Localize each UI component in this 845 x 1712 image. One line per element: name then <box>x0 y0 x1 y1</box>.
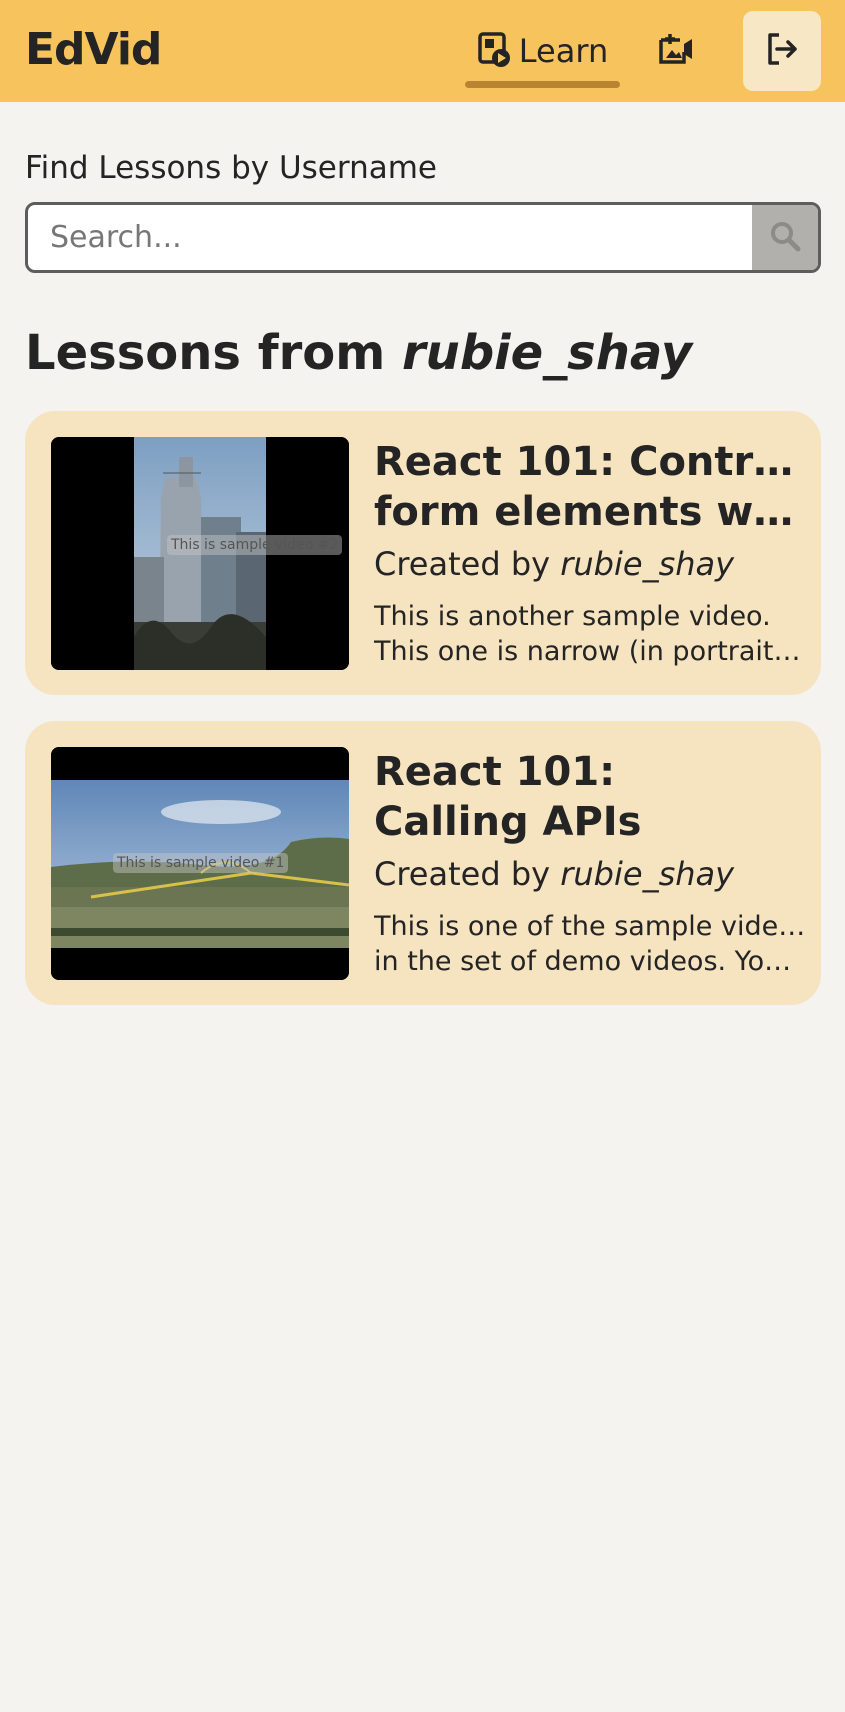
lesson-title[interactable]: React 101: Controlling form elements wit… <box>374 437 804 537</box>
nav-learn-tab[interactable]: Learn <box>465 14 620 88</box>
lesson-title-line: React 101: Controlling <box>374 439 804 485</box>
nav-upload-video-button[interactable] <box>648 22 706 80</box>
lesson-thumbnail[interactable]: This is sample video #2 <box>51 437 349 670</box>
results-heading-prefix: Lessons from <box>25 325 402 381</box>
lesson-description-line: in the set of demo videos. You… <box>374 946 806 977</box>
creator-prefix: Created by <box>374 545 561 583</box>
lesson-description-line: This one is narrow (in portrait… <box>374 636 801 667</box>
search-icon <box>769 220 801 256</box>
nav-learn-label: Learn <box>518 32 609 70</box>
search-button[interactable] <box>752 205 818 270</box>
search-box <box>25 202 821 273</box>
brand-logo[interactable]: EdVid <box>25 24 162 75</box>
lesson-card[interactable]: This is sample video #2 React 101: Contr… <box>25 411 821 695</box>
thumbnail-overlay-text: This is sample video #2 <box>167 535 343 555</box>
lesson-creator: Created by rubie_shay <box>374 545 734 583</box>
add-video-icon <box>658 32 696 70</box>
lesson-description: This is one of the sample videos in the … <box>374 909 806 979</box>
lesson-title-line: form elements with… <box>374 489 804 535</box>
creator-prefix: Created by <box>374 855 561 893</box>
lesson-creator: Created by rubie_shay <box>374 855 734 893</box>
lesson-description-line: This is another sample video. <box>374 601 771 632</box>
thumbnail-overlay-text: This is sample video #1 <box>113 853 289 873</box>
lesson-title[interactable]: React 101: Calling APIs <box>374 747 804 847</box>
lesson-title-line: React 101: <box>374 749 616 795</box>
lesson-description-line: This is one of the sample videos <box>374 911 806 942</box>
results-username: rubie_shay <box>401 325 693 381</box>
lesson-title-line: Calling APIs <box>374 799 642 845</box>
logout-icon <box>765 32 799 70</box>
video-library-icon <box>477 31 511 71</box>
lesson-card[interactable]: This is sample video #1 React 101: Calli… <box>25 721 821 1005</box>
search-label: Find Lessons by Username <box>25 150 437 186</box>
top-app-bar: EdVid Learn <box>0 0 845 102</box>
lesson-thumbnail[interactable]: This is sample video #1 <box>51 747 349 980</box>
logout-button[interactable] <box>743 11 821 91</box>
lesson-description: This is another sample video. This one i… <box>374 599 806 669</box>
search-input[interactable] <box>28 205 754 270</box>
active-tab-indicator <box>465 81 620 88</box>
results-heading: Lessons from rubie_shay <box>25 325 692 381</box>
creator-username[interactable]: rubie_shay <box>560 855 734 893</box>
creator-username[interactable]: rubie_shay <box>560 545 734 583</box>
